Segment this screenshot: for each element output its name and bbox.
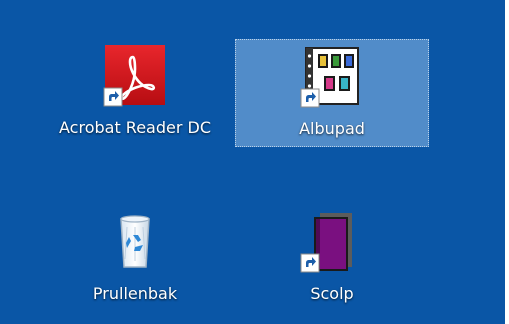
shortcut-arrow-icon xyxy=(300,88,320,108)
desktop-icon-label: Prullenbak xyxy=(92,284,178,303)
albupad-icon xyxy=(300,44,364,108)
desktop-icon-label: Albupad xyxy=(299,119,365,138)
desktop-icon-recycle-bin[interactable]: Prullenbak xyxy=(55,205,215,313)
acrobat-reader-icon xyxy=(103,43,167,107)
shortcut-arrow-icon xyxy=(103,87,123,107)
shortcut-arrow-icon xyxy=(300,253,320,273)
desktop: Acrobat Reader DC Albupad Prullenbak Sco… xyxy=(0,0,505,324)
recycle-bin-icon xyxy=(103,209,167,273)
desktop-icon-scolp[interactable]: Scolp xyxy=(252,205,412,313)
desktop-icon-label: Acrobat Reader DC xyxy=(59,118,211,137)
desktop-icon-label: Scolp xyxy=(310,284,354,303)
scolp-book-icon xyxy=(300,209,364,273)
desktop-icon-acrobat-reader[interactable]: Acrobat Reader DC xyxy=(55,39,215,147)
desktop-icon-albupad[interactable]: Albupad xyxy=(235,39,429,147)
